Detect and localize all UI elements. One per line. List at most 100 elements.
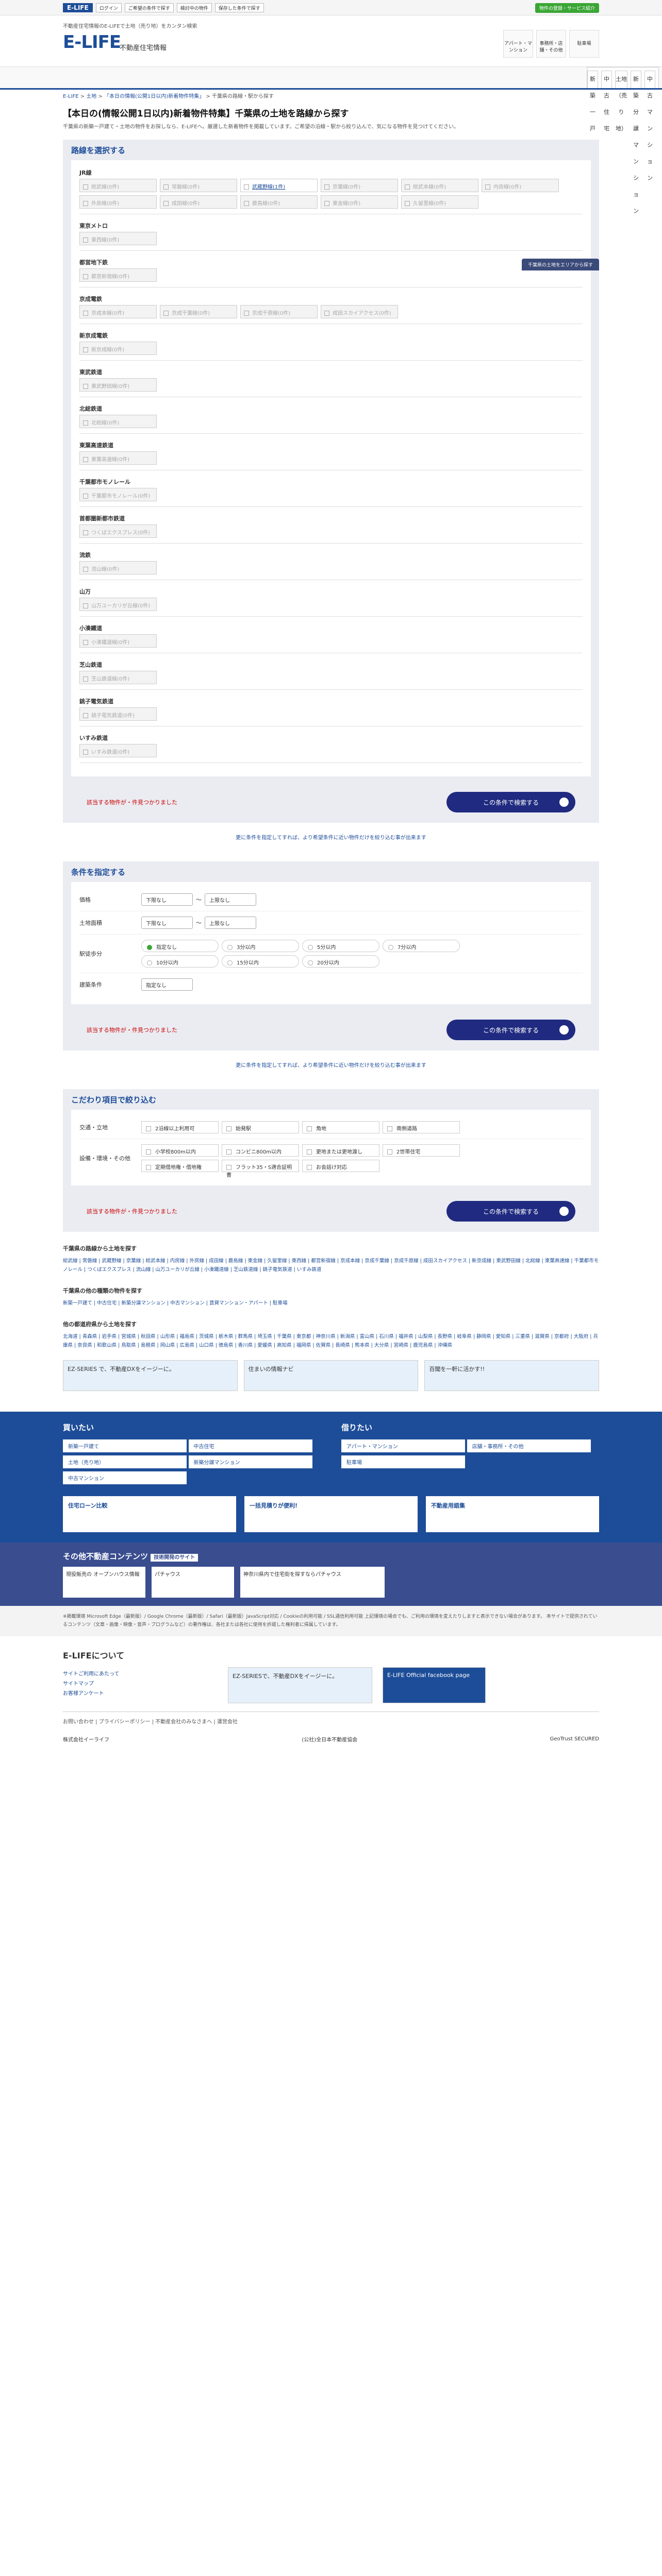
line-checkbox[interactable]: 千葉都市モノレール(0件) xyxy=(79,488,157,501)
kodawari-checkbox[interactable]: 2沿線以上利用可 xyxy=(141,1121,219,1133)
kodawari-checkbox[interactable]: 2世帯住宅 xyxy=(383,1144,460,1157)
line-checkbox[interactable]: 鹿島線(0件) xyxy=(240,195,318,209)
line-checkbox[interactable]: つくばエクスプレス(0件) xyxy=(79,524,157,538)
about-link[interactable]: お客様アンケート xyxy=(63,1689,218,1697)
bc-feature[interactable]: 「本日の情報(公開1日以内)新着物件特集」 xyxy=(104,94,204,99)
line-checkbox[interactable]: 山万ユーカリが丘線(0件) xyxy=(79,598,157,611)
other-item[interactable]: 現役販売の オープンハウス情報 xyxy=(63,1567,145,1598)
walk-radio[interactable]: 3分以内 xyxy=(222,940,299,952)
line-checkbox[interactable]: 小湊鐵道線(0件) xyxy=(79,634,157,648)
bottom-links[interactable]: お問い合わせ | プライバシーポリシー | 不動産会社のみなさまへ | 運営会社 xyxy=(63,1711,599,1730)
kodawari-checkbox[interactable]: コンビニ800m以内 xyxy=(222,1144,299,1157)
gnav-new-house[interactable]: 新築一戸建て xyxy=(587,71,598,165)
line-checkbox[interactable]: 内房線(0件) xyxy=(482,179,559,192)
footer-link[interactable]: 駐車場 xyxy=(341,1455,465,1469)
line-checkbox[interactable]: 銚子電気鉄道(0件) xyxy=(79,707,157,721)
price-min-select[interactable]: 下限なし xyxy=(141,893,193,906)
links-lines[interactable]: 総武線 | 常磐線 | 武蔵野線 | 京葉線 | 総武本線 | 内房線 | 外房… xyxy=(63,1257,599,1274)
footer-link[interactable]: アパート・マンション xyxy=(341,1439,465,1453)
search-button-2[interactable]: この条件で検索する xyxy=(446,1020,575,1040)
line-checkbox[interactable]: 京葉線(0件) xyxy=(321,179,398,192)
links-prefs[interactable]: 北海道 | 青森県 | 岩手県 | 宮城県 | 秋田県 | 山形県 | 福島県 … xyxy=(63,1332,599,1350)
nav-apartment[interactable]: アパート・マンション xyxy=(503,30,533,58)
footer-link[interactable]: 中古住宅 xyxy=(188,1439,312,1453)
line-checkbox[interactable]: 京成千原線(0件) xyxy=(240,305,318,318)
about-banner-ez[interactable]: EZ-SERIESで、不動産DXをイージーに。 xyxy=(228,1667,372,1704)
build-select[interactable]: 指定なし xyxy=(141,978,193,991)
walk-radio[interactable]: 10分以内 xyxy=(141,955,219,968)
other-item[interactable]: 神奈川県内で住宅街を探すならパチャウス xyxy=(240,1567,385,1598)
line-checkbox[interactable]: 東西線(0件) xyxy=(79,232,157,245)
ad-estimate[interactable]: 一括見積りが便利! xyxy=(244,1496,418,1533)
other-item[interactable]: パチャウス xyxy=(152,1567,234,1598)
gnav-new-mansion[interactable]: 新築分譲マンション xyxy=(631,71,641,214)
line-checkbox[interactable]: 新京成線(0件) xyxy=(79,342,157,355)
line-checkbox[interactable]: 東金線(0件) xyxy=(321,195,398,209)
top-logo[interactable]: E-LIFE xyxy=(63,3,93,12)
footer-link[interactable]: 土地（売り地） xyxy=(63,1455,187,1469)
line-checkbox[interactable]: 京成本線(0件) xyxy=(79,305,157,318)
site-logo[interactable]: E-LIFE xyxy=(63,32,121,53)
line-checkbox[interactable]: 北総線(0件) xyxy=(79,415,157,428)
links-types[interactable]: 新築一戸建て | 中古住宅 | 新築分譲マンション | 中古マンション | 賃貸… xyxy=(63,1299,599,1308)
banner-ez[interactable]: EZ-SERIES で、不動産DXをイージーに。 xyxy=(63,1360,238,1392)
kodawari-checkbox[interactable]: 定期借地権・借地権 xyxy=(141,1160,219,1172)
line-checkbox[interactable]: 流山線(0件) xyxy=(79,561,157,574)
footer-link[interactable]: 新築分譲マンション xyxy=(188,1455,312,1469)
line-checkbox[interactable]: 東葉高速線(0件) xyxy=(79,451,157,465)
ad-glossary[interactable]: 不動産用語集 xyxy=(426,1496,599,1533)
walk-radio[interactable]: 7分以内 xyxy=(383,940,460,952)
register-banner[interactable]: 物件の登録・サービス紹介 xyxy=(535,3,599,13)
login-button[interactable]: ログイン xyxy=(95,3,122,12)
about-link[interactable]: サイトご利用にあたって xyxy=(63,1669,218,1677)
line-checkbox[interactable]: 常磐線(0件) xyxy=(160,179,237,192)
ad-loan[interactable]: 住宅ローン比較 xyxy=(63,1496,236,1533)
footer-link[interactable]: 店舗・事務所・その他 xyxy=(467,1439,591,1453)
kodawari-checkbox[interactable]: 南側道路 xyxy=(383,1121,460,1133)
walk-radio[interactable]: 指定なし xyxy=(141,940,219,952)
area-max-select[interactable]: 上限なし xyxy=(205,917,256,929)
watchlist-button[interactable]: 検討中の物件 xyxy=(176,3,212,12)
about-link[interactable]: サイトマップ xyxy=(63,1679,218,1687)
line-checkbox[interactable]: 都営新宿線(0件) xyxy=(79,268,157,282)
bc-land[interactable]: 土地 xyxy=(86,94,96,99)
saved-search-button[interactable]: 保存した条件で探す xyxy=(214,3,264,12)
kodawari-checkbox[interactable]: 始発駅 xyxy=(222,1121,299,1133)
walk-radio[interactable]: 5分以内 xyxy=(302,940,379,952)
kodawari-checkbox[interactable]: 更地または更地渡し xyxy=(302,1144,379,1157)
line-checkbox[interactable]: 総武線(0件) xyxy=(79,179,157,192)
line-checkbox[interactable]: 外房線(0件) xyxy=(79,195,157,209)
kodawari-checkbox[interactable]: フラット35・S適合証明書 xyxy=(222,1160,299,1178)
kodawari-checkbox[interactable]: お会話け対応 xyxy=(302,1160,379,1172)
gnav-land[interactable]: 土地（売り地） xyxy=(615,71,627,132)
line-checkbox[interactable]: いすみ鉄道(0件) xyxy=(79,744,157,757)
area-min-select[interactable]: 下限なし xyxy=(141,917,193,929)
walk-radio[interactable]: 20分以内 xyxy=(302,955,379,968)
line-checkbox[interactable]: 京成千葉線(0件) xyxy=(160,305,237,318)
line-checkbox[interactable]: 久留里線(0件) xyxy=(401,195,478,209)
walk-radio[interactable]: 15分以内 xyxy=(222,955,299,968)
search-button[interactable]: この条件で検索する xyxy=(446,792,575,812)
line-checkbox[interactable]: 成田スカイアクセス(0件) xyxy=(321,305,398,318)
price-max-select[interactable]: 上限なし xyxy=(205,893,256,906)
condition-search-button[interactable]: ご希望の条件で探す xyxy=(124,3,174,12)
kodawari-checkbox[interactable]: 角地 xyxy=(302,1121,379,1133)
area-search-link[interactable]: 千葉県の土地をエリアから探す xyxy=(521,259,599,270)
about-banner-fb[interactable]: E-LIFE Official facebook page xyxy=(383,1667,486,1704)
kodawari-checkbox[interactable]: 小学校800m以内 xyxy=(141,1144,219,1157)
bc-home[interactable]: E-LIFE xyxy=(63,94,79,99)
line-checkbox[interactable]: 東武野田線(0件) xyxy=(79,378,157,392)
footer-link[interactable]: 新築一戸建て xyxy=(63,1439,187,1453)
gnav-used-house[interactable]: 中古住宅 xyxy=(601,71,612,132)
gnav-used-mansion[interactable]: 中古マンション xyxy=(644,71,655,181)
line-checkbox[interactable]: 成田線(0件) xyxy=(160,195,237,209)
footer-link[interactable]: 中古マンション xyxy=(63,1471,187,1485)
nav-office[interactable]: 事務所・店舗・その他 xyxy=(536,30,566,58)
nav-parking[interactable]: 駐車場 xyxy=(569,30,599,58)
banner-hyakubun[interactable]: 百聞を一軒に活かす!! xyxy=(424,1360,600,1392)
line-checkbox[interactable]: 武蔵野線(1件) xyxy=(240,179,318,192)
line-checkbox[interactable]: 総武本線(0件) xyxy=(401,179,478,192)
line-checkbox[interactable]: 芝山鉄道線(0件) xyxy=(79,671,157,684)
banner-navi[interactable]: 住まいの情報ナビ xyxy=(243,1360,419,1392)
search-button-3[interactable]: この条件で検索する xyxy=(446,1201,575,1222)
